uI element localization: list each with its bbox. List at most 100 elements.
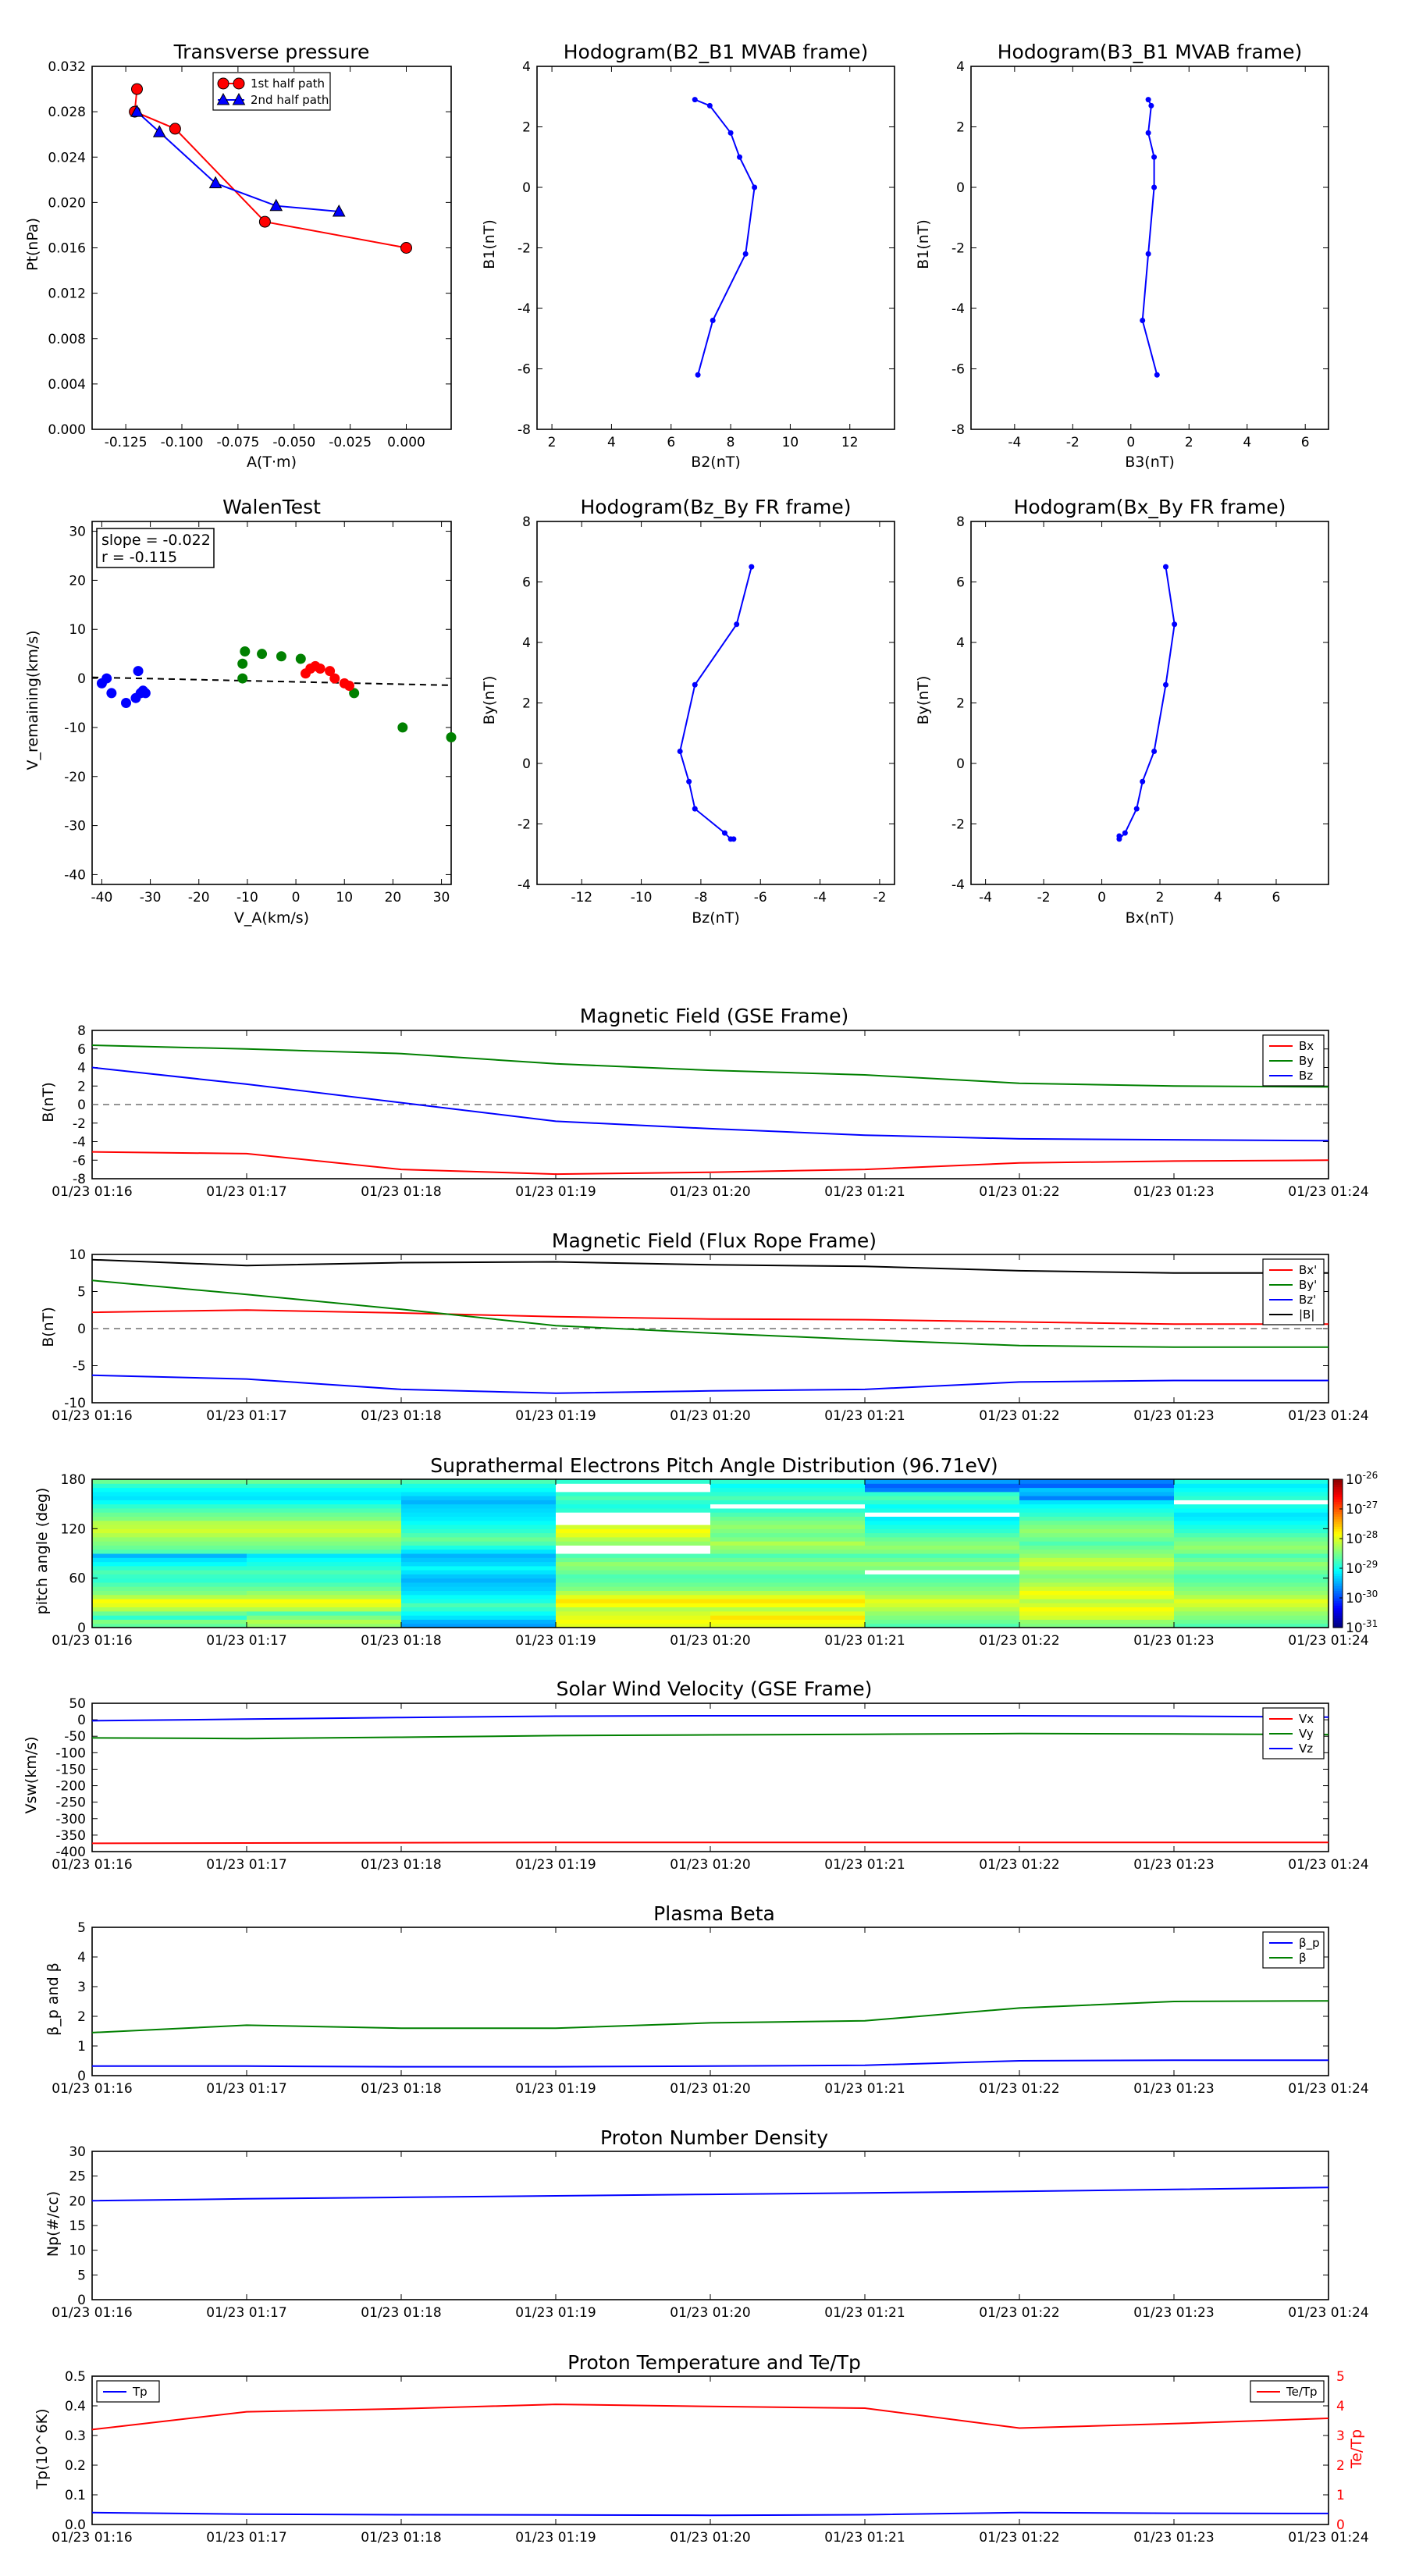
pad-cell	[92, 1491, 247, 1496]
pad-cell	[247, 1479, 402, 1484]
pad-cell	[1019, 1503, 1175, 1509]
temp-xtick-label: 01/23 01:21	[824, 2530, 905, 2546]
pad-cell	[556, 1590, 711, 1596]
pad-cell	[865, 1496, 1020, 1500]
pad-cell	[556, 1570, 711, 1574]
hodo1-ytick-label: 2	[522, 120, 531, 136]
hodo1-ytick-label: -2	[518, 241, 531, 257]
vsw-legend-label: Vx	[1299, 1712, 1314, 1726]
pad-cell	[247, 1536, 402, 1542]
walen-point	[133, 666, 144, 677]
pad-cell	[1174, 1586, 1329, 1591]
tp-xtick-label: -0.050	[272, 435, 315, 450]
pad-cell	[1019, 1496, 1175, 1500]
pad-cell	[710, 1528, 866, 1534]
pad-cell	[1019, 1516, 1175, 1521]
hodo1-point	[695, 372, 701, 378]
pad-cell	[1174, 1545, 1329, 1550]
bfr-xtick-label: 01/23 01:18	[361, 1408, 441, 1424]
np-xtick-label: 01/23 01:24	[1288, 2305, 1368, 2321]
beta-xtick-label: 01/23 01:19	[515, 2081, 596, 2097]
tp-ytick-label: 0.028	[48, 105, 86, 120]
tp-ytick-label: 0.024	[48, 150, 86, 165]
pad-cell	[1019, 1582, 1175, 1587]
pad-cell	[401, 1487, 557, 1493]
pad-cell	[92, 1619, 247, 1624]
title-plasma-beta: Plasma Beta	[653, 1902, 775, 1925]
walen-point	[446, 731, 457, 742]
tp-ytick-label: 0.008	[48, 332, 86, 347]
pad-cell	[865, 1574, 1020, 1579]
xlabel-transverse-pressure: A(T·m)	[247, 454, 297, 471]
ylabel-magnetic-field-flux-rope: B(nT)	[40, 1307, 57, 1347]
pad-cell	[1019, 1578, 1175, 1583]
walen-ytick-label: -30	[64, 819, 86, 834]
title-hodogram-bx-by: Hodogram(Bx_By FR frame)	[1014, 496, 1286, 518]
hodo1-xtick-label: 4	[607, 435, 616, 450]
vsw-xtick-label: 01/23 01:19	[515, 1857, 596, 1873]
pad-cell	[247, 1615, 402, 1620]
pad-cell	[401, 1590, 557, 1596]
pad-cell	[92, 1479, 247, 1484]
walen-point	[237, 658, 248, 669]
pad-colorbar-exponent: -28	[1363, 1529, 1378, 1540]
pad-cell	[1174, 1500, 1329, 1505]
pad-cell	[710, 1561, 866, 1567]
pad-cell	[1019, 1561, 1175, 1567]
hodo1-point	[710, 318, 716, 323]
hodo3-point	[749, 564, 755, 570]
bfr-xtick-label: 01/23 01:19	[515, 1408, 596, 1424]
pad-cell	[710, 1603, 866, 1608]
pad-cell	[865, 1545, 1020, 1550]
pad-cell	[556, 1479, 711, 1484]
pad-cell	[401, 1599, 557, 1603]
bfr-xtick-label: 01/23 01:23	[1133, 1408, 1214, 1424]
title-walen-test: WalenTest	[222, 496, 321, 518]
vsw-xtick-label: 01/23 01:24	[1288, 1857, 1368, 1873]
ylabel-solar-wind-velocity: Vsw(km/s)	[23, 1736, 40, 1813]
hodo4-ytick-label: -4	[951, 877, 965, 893]
pad-cell	[92, 1578, 247, 1583]
pad-cell	[247, 1586, 402, 1591]
hodo4-xtick-label: 0	[1097, 890, 1106, 906]
pad-cell	[710, 1570, 866, 1574]
np-ytick-label: 5	[77, 2268, 86, 2283]
title-hodogram-b3-b1: Hodogram(B3_B1 MVAB frame)	[998, 41, 1303, 63]
pad-cell	[1019, 1615, 1175, 1620]
walen-point	[397, 722, 408, 733]
vsw-ytick-label: -200	[55, 1779, 86, 1795]
pad-cell	[247, 1561, 402, 1567]
pad-cell	[92, 1483, 247, 1489]
pad-cell	[92, 1545, 247, 1550]
tp-legend-label: 2nd half path	[251, 93, 329, 107]
ylabel-hodogram-b2-b1: B1(nT)	[481, 219, 498, 269]
pad-cell	[1174, 1479, 1329, 1484]
pad-cell	[865, 1528, 1020, 1534]
tp-xtick-label: -0.025	[329, 435, 372, 450]
pad-cell	[247, 1565, 402, 1571]
bfr-ytick-label: 0	[77, 1322, 86, 1337]
pad-cell	[247, 1487, 402, 1493]
hodo3-point	[686, 778, 692, 785]
np-xtick-label: 01/23 01:20	[670, 2305, 750, 2321]
pad-cell	[247, 1549, 402, 1554]
pad-cell	[865, 1603, 1020, 1608]
pad-cell	[92, 1590, 247, 1596]
pad-cell	[865, 1565, 1020, 1571]
pad-cell	[92, 1536, 247, 1542]
hodo2-ytick-label: 4	[956, 59, 965, 75]
pad-cell	[710, 1606, 866, 1612]
pad-cell	[1174, 1528, 1329, 1534]
pad-cell	[865, 1487, 1020, 1493]
walen-ytick-label: 10	[69, 622, 86, 638]
pad-cell	[1174, 1619, 1329, 1624]
pad-cell	[1019, 1553, 1175, 1558]
hodo4-point	[1162, 681, 1168, 688]
pad-cell	[556, 1516, 711, 1521]
bfr-xtick-label: 01/23 01:20	[670, 1408, 750, 1424]
bgse-xtick-label: 01/23 01:19	[515, 1184, 596, 1200]
hodo4-ytick-label: 4	[956, 635, 965, 651]
pad-cell	[92, 1599, 247, 1603]
hodo2-point	[1154, 372, 1160, 378]
pad-cell	[710, 1507, 866, 1513]
